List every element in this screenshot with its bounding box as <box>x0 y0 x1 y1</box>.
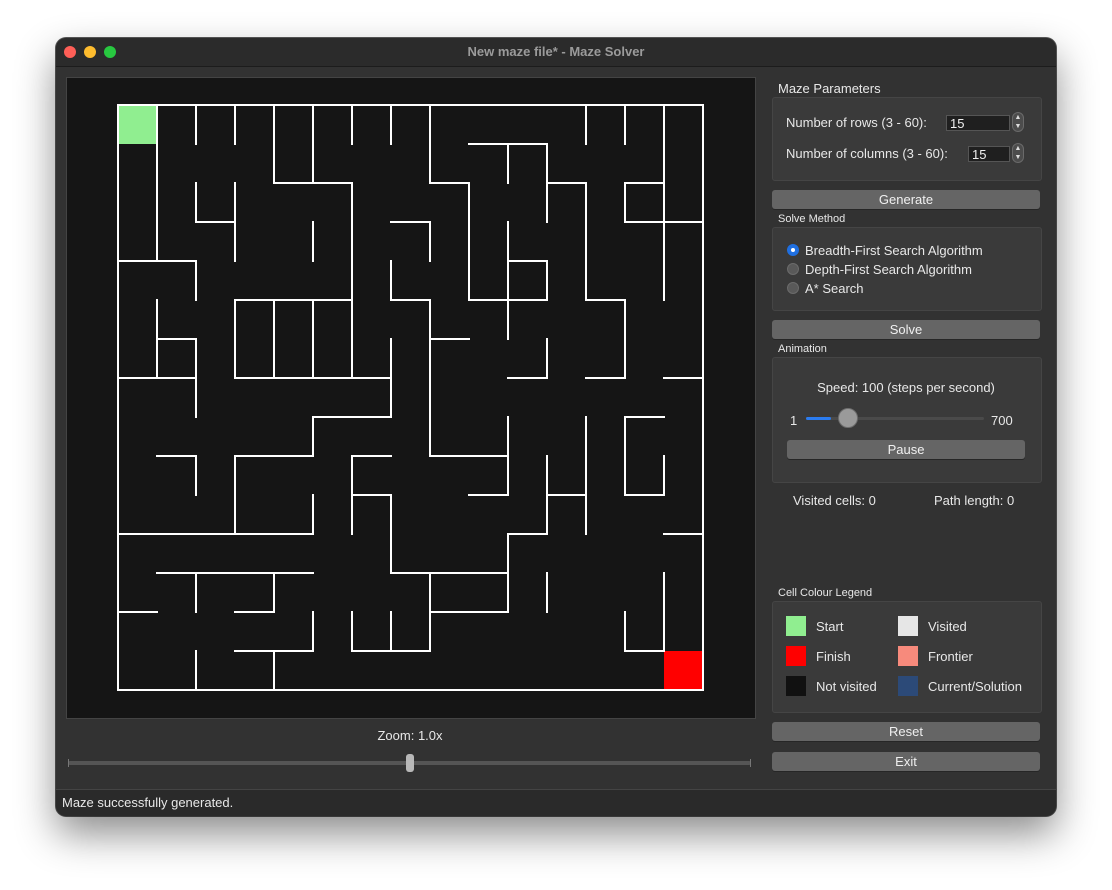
dfs-radio[interactable] <box>787 263 799 275</box>
speed-min-label: 1 <box>790 413 798 428</box>
legend-label-current: Current/Solution <box>928 679 1022 694</box>
start-cell <box>118 105 157 144</box>
visited-cells-count: Visited cells: 0 <box>793 493 876 508</box>
astar-radio[interactable] <box>787 282 799 294</box>
zoom-tick-max <box>750 759 751 767</box>
maze-walls <box>117 104 704 691</box>
animation-title: Animation <box>778 343 827 355</box>
legend-swatch-current <box>898 676 918 696</box>
exit-button[interactable]: Exit <box>772 752 1040 771</box>
speed-label: Speed: 100 (steps per second) <box>817 380 995 395</box>
rows-label: Number of rows (3 - 60): <box>786 115 927 130</box>
pause-button[interactable]: Pause <box>787 440 1025 459</box>
bfs-radio[interactable] <box>787 244 799 256</box>
legend-swatch-start <box>786 616 806 636</box>
speed-slider-fill <box>806 417 832 420</box>
speed-max-label: 700 <box>991 413 1013 428</box>
maze-grid <box>117 104 704 691</box>
legend-swatch-not-visited <box>786 676 806 696</box>
generate-button[interactable]: Generate <box>772 190 1040 209</box>
legend-label-visited: Visited <box>928 619 967 634</box>
zoom-tick-min <box>68 759 69 767</box>
maze-parameters-title: Maze Parameters <box>778 81 881 96</box>
dfs-label[interactable]: Depth-First Search Algorithm <box>805 262 972 277</box>
bfs-label[interactable]: Breadth-First Search Algorithm <box>805 243 983 258</box>
window-title: New maze file* - Maze Solver <box>467 44 645 59</box>
columns-label: Number of columns (3 - 60): <box>786 146 948 161</box>
maze-canvas[interactable] <box>66 77 756 719</box>
legend-swatch-visited <box>898 616 918 636</box>
legend-label-finish: Finish <box>816 649 851 664</box>
legend-swatch-frontier <box>898 646 918 666</box>
app-window: New maze file* - Maze Solver Zoom: 1.0x … <box>56 38 1056 816</box>
legend-label-start: Start <box>816 619 844 634</box>
title-bar: New maze file* - Maze Solver <box>56 38 1056 67</box>
solve-button[interactable]: Solve <box>772 320 1040 339</box>
status-bar: Maze successfully generated. <box>56 789 1056 816</box>
legend-label-frontier: Frontier <box>928 649 973 664</box>
finish-cell <box>664 651 703 690</box>
legend-label-not-visited: Not visited <box>816 679 877 694</box>
zoom-label: Zoom: 1.0x <box>377 728 443 743</box>
path-length-count: Path length: 0 <box>934 493 1015 508</box>
reset-button[interactable]: Reset <box>772 722 1040 741</box>
maze-parameters-group <box>772 97 1042 181</box>
speed-slider[interactable] <box>806 417 984 420</box>
legend-title: Cell Colour Legend <box>778 587 873 599</box>
rows-input[interactable]: 15 <box>946 115 1010 131</box>
legend-swatch-finish <box>786 646 806 666</box>
astar-label[interactable]: A* Search <box>805 281 864 296</box>
columns-stepper[interactable]: ▲ ▼ <box>1012 143 1024 163</box>
rows-stepper[interactable]: ▲ ▼ <box>1012 112 1024 132</box>
zoom-slider-handle[interactable] <box>406 754 414 772</box>
columns-input[interactable]: 15 <box>968 146 1010 162</box>
solve-method-title: Solve Method <box>778 213 846 225</box>
